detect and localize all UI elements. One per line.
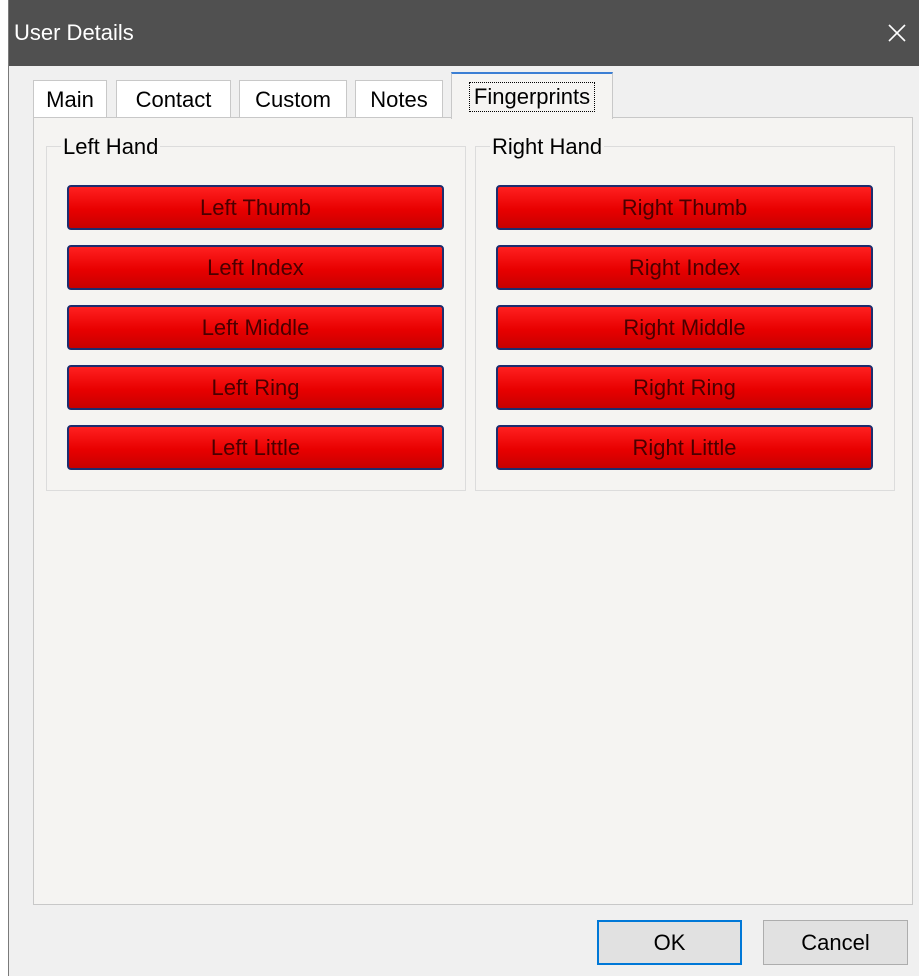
left-hand-group: Left Hand Left Thumb Left Index Left Mid… <box>46 133 466 491</box>
tab-notes-label: Notes <box>370 86 428 112</box>
user-details-dialog: User Details Main Contact Custom Notes F… <box>8 0 919 976</box>
right-little-button[interactable]: Right Little <box>496 425 873 470</box>
left-thumb-button[interactable]: Left Thumb <box>67 185 444 230</box>
left-hand-label: Left Hand <box>61 133 161 161</box>
tab-fingerprints-label: Fingerprints <box>468 81 596 112</box>
left-little-button[interactable]: Left Little <box>67 425 444 470</box>
right-thumb-label: Right Thumb <box>621 194 748 220</box>
right-index-label: Right Index <box>628 254 741 280</box>
right-thumb-button[interactable]: Right Thumb <box>496 185 873 230</box>
fingerprints-panel: Left Hand Left Thumb Left Index Left Mid… <box>33 117 913 905</box>
right-hand-label: Right Hand <box>490 133 605 161</box>
tab-main[interactable]: Main <box>33 80 107 118</box>
right-little-label: Right Little <box>632 434 737 460</box>
right-index-button[interactable]: Right Index <box>496 245 873 290</box>
window-title: User Details <box>14 20 134 45</box>
close-button[interactable] <box>874 0 919 66</box>
tab-contact[interactable]: Contact <box>116 80 231 118</box>
left-little-label: Left Little <box>210 434 301 460</box>
tab-custom[interactable]: Custom <box>239 80 347 118</box>
right-middle-label: Right Middle <box>623 314 746 340</box>
right-middle-button[interactable]: Right Middle <box>496 305 873 350</box>
left-ring-button[interactable]: Left Ring <box>67 365 444 410</box>
left-middle-label: Left Middle <box>201 314 310 340</box>
left-index-label: Left Index <box>207 254 304 280</box>
tab-contact-label: Contact <box>135 86 212 112</box>
right-ring-label: Right Ring <box>633 374 736 400</box>
left-thumb-label: Left Thumb <box>200 194 311 220</box>
left-index-button[interactable]: Left Index <box>67 245 444 290</box>
cancel-button[interactable]: Cancel <box>763 920 908 965</box>
tab-custom-label: Custom <box>255 86 331 112</box>
close-icon <box>888 24 906 42</box>
right-hand-group: Right Hand Right Thumb Right Index Right… <box>475 133 895 491</box>
tab-notes[interactable]: Notes <box>355 80 443 118</box>
tab-main-label: Main <box>46 86 94 112</box>
left-middle-button[interactable]: Left Middle <box>67 305 444 350</box>
left-ring-label: Left Ring <box>211 374 300 400</box>
tab-strip: Main Contact Custom Notes Fingerprints <box>33 72 913 119</box>
ok-button[interactable]: OK <box>597 920 742 965</box>
right-ring-button[interactable]: Right Ring <box>496 365 873 410</box>
title-bar: User Details <box>9 0 919 66</box>
tab-fingerprints[interactable]: Fingerprints <box>451 72 613 119</box>
